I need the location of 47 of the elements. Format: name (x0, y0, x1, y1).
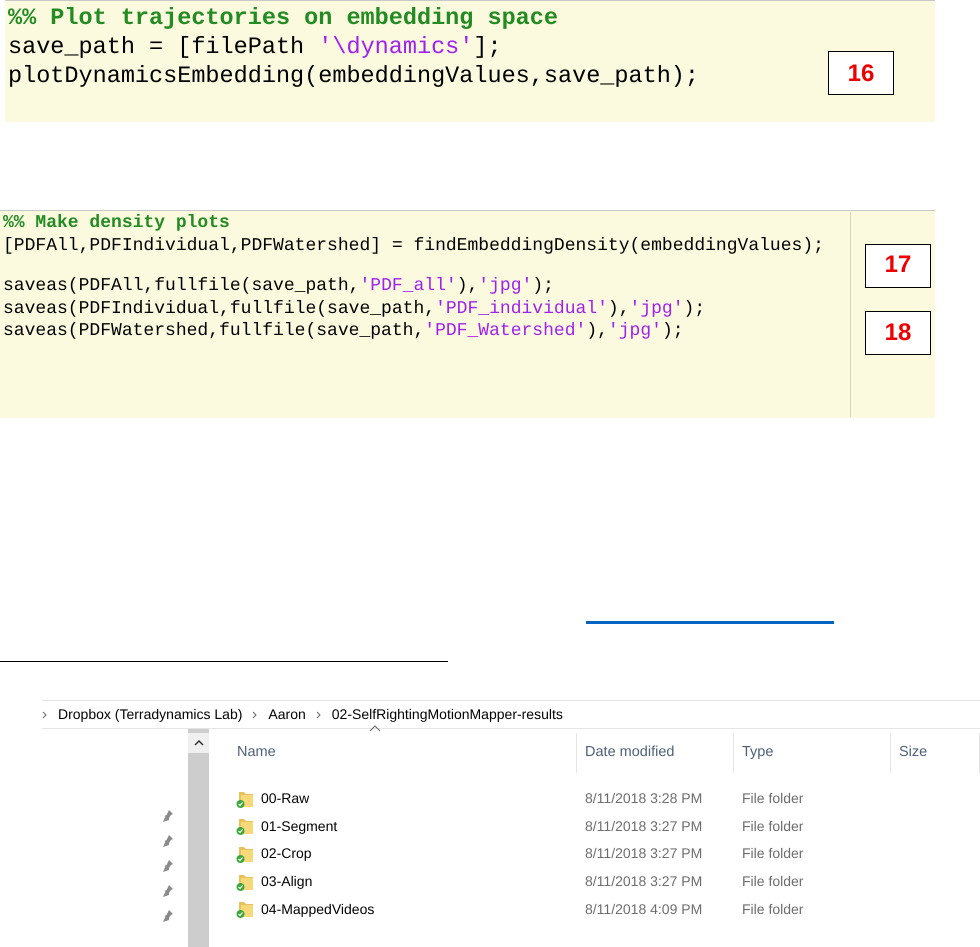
code-line: saveas(PDFAll,fullfile(save_path,'PDF_all'),'jpg'); (3, 275, 555, 298)
date-cell-text: 8/11/2018 3:27 PM (584, 872, 704, 892)
date-cell-text: 8/11/2018 4:09 PM (584, 900, 704, 919)
code-line: saveas(PDFWatershed,fullfile(save_path,'PDF_Watershed'),'jpg'); (3, 320, 685, 342)
file-name[interactable]: 04-MappedVideos (261, 898, 374, 920)
folder-synced-icon (235, 816, 255, 836)
file-name[interactable]: 01-Segment (261, 816, 338, 837)
folder-synced-icon (235, 899, 255, 920)
type-cell-text: File folder (741, 900, 804, 919)
chevron-icon (252, 710, 258, 718)
pin-icon (162, 809, 174, 823)
breadcrumb-item[interactable]: 02-SelfRightingMotionMapper-results (332, 704, 563, 725)
step-number: 17 (865, 244, 931, 288)
pin-icon (162, 909, 174, 923)
type-cell-text: File folder (741, 816, 804, 836)
file-name[interactable]: 00-Raw (261, 788, 310, 810)
pin-icon (162, 884, 174, 898)
file-name[interactable]: 02-Crop (261, 843, 312, 864)
chevron-icon (42, 710, 48, 718)
step-number: 18 (865, 311, 931, 355)
scrollbar[interactable] (188, 729, 209, 947)
breadcrumb-item[interactable]: Aaron (268, 704, 306, 725)
type-cell-text: File folder (741, 872, 804, 892)
column-header[interactable]: Size (891, 733, 980, 773)
code-line: save_path = [filePath '\dynamics']; (8, 33, 503, 62)
date-cell-text: 8/11/2018 3:27 PM (584, 844, 704, 864)
code-line: %% Plot trajectories on embedding space (8, 4, 559, 33)
date-cell-text: 8/11/2018 3:27 PM (584, 816, 704, 836)
date-cell-text: 8/11/2018 3:28 PM (584, 789, 704, 808)
step-number: 16 (828, 51, 894, 95)
type-cell-text: File folder (741, 844, 804, 864)
column-header[interactable]: Name (235, 733, 577, 773)
code-line: saveas(PDFIndividual,fullfile(save_path,'PDF_individual'),'jpg'); (3, 298, 706, 320)
chevron-icon (316, 710, 322, 718)
file-name[interactable]: 03-Align (261, 871, 312, 892)
code-line: [PDFAll,PDFIndividual,PDFWatershed] = findEmbeddingDensity(embeddingValues); (3, 234, 825, 257)
scroll-up-button[interactable] (188, 733, 209, 753)
pin-icon (162, 859, 174, 873)
breadcrumb-item[interactable]: Dropbox (Terradynamics Lab) (58, 704, 242, 725)
pin-icon (162, 834, 174, 848)
address-bar[interactable]: Dropbox (Terradynamics Lab) Aaron 02-SelfRightingMotionMapper-results (42, 700, 980, 729)
type-cell-text: File folder (741, 789, 804, 808)
code-line: plotDynamicsEmbedding(embeddingValues,save_path); (8, 62, 700, 91)
column-header[interactable]: Type (734, 733, 891, 773)
caret-up-icon (194, 740, 204, 746)
column-header[interactable]: Date modified (577, 733, 734, 773)
code-line: %% Make density plots (3, 212, 231, 234)
